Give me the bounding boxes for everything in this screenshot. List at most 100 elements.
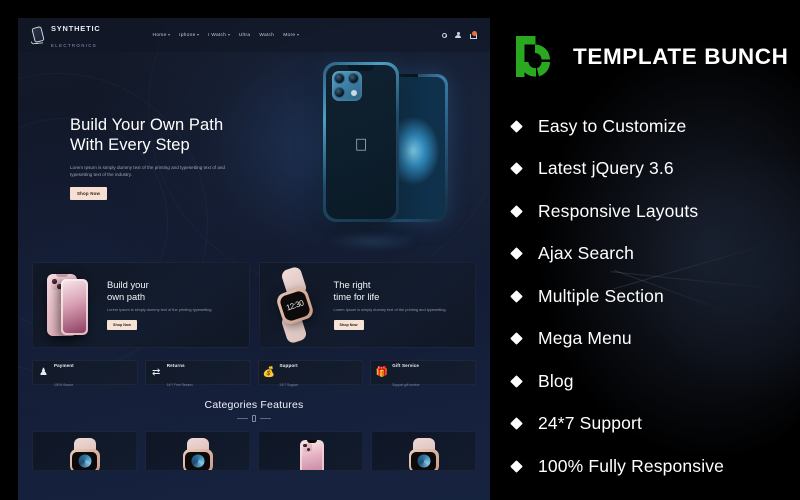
promo-description: Lorem Ipsum is simply dummy text of the … — [107, 307, 213, 313]
feature-item: Mega Menu — [510, 318, 790, 361]
feature-label: 24*7 Support — [538, 413, 642, 434]
main-navigation: Home Iphone I Watch Ultra Watch More — [153, 33, 299, 38]
chevron-down-icon — [227, 34, 230, 36]
feature-label: 100% Fully Responsive — [538, 455, 725, 476]
smartwatch-image: 12:30 — [266, 265, 328, 345]
service-name: Support — [279, 363, 298, 369]
feature-label: Mega Menu — [538, 328, 632, 349]
categories-title: Categories Features — [204, 399, 304, 411]
feature-item: Ajax Search — [510, 233, 790, 276]
feature-item: 24*7 Support — [510, 403, 790, 446]
hero-copy: Build Your Own Path With Every Step Lore… — [70, 115, 265, 200]
diamond-bullet-icon — [510, 417, 523, 431]
website-preview-pane: SYNTHETIC ELECTRONICS Home Iphone I Watc… — [0, 0, 490, 500]
hero-product-image:  — [315, 60, 450, 251]
hero-title: Build Your Own Path With Every Step — [70, 116, 224, 154]
feature-item: 100% Fully Responsive — [510, 445, 790, 488]
user-icon[interactable] — [455, 31, 461, 39]
site-header: SYNTHETIC ELECTRONICS Home Iphone I Watc… — [18, 18, 490, 52]
nav-item-iphone[interactable]: Iphone — [179, 33, 200, 38]
promo-title: Build your own path — [107, 279, 149, 302]
brand-subtitle: ELECTRONICS — [51, 43, 98, 48]
feature-label: Ajax Search — [538, 243, 635, 264]
template-bunch-logo-icon — [516, 36, 550, 77]
product-card[interactable] — [32, 431, 137, 471]
product-card[interactable] — [258, 431, 363, 471]
service-item-gift[interactable]: 🎁 Gift Service Support gift service — [370, 360, 476, 386]
chevron-down-icon — [168, 34, 171, 36]
feature-label: Blog — [538, 370, 574, 391]
diamond-bullet-icon — [510, 374, 523, 388]
features-panel: TEMPLATE BUNCH Easy to Customize Latest … — [490, 0, 800, 500]
feature-list: Easy to Customize Latest jQuery 3.6 Resp… — [510, 105, 790, 488]
promo-description: Lorem Ipsum is simply dummy text of the … — [333, 307, 447, 313]
camera-module-icon — [302, 443, 312, 452]
diamond-bullet-icon — [510, 119, 523, 133]
section-divider — [18, 415, 490, 422]
nav-item-watch[interactable]: Watch — [259, 33, 274, 38]
header-icon-group — [442, 30, 477, 39]
brand-name: SYNTHETIC — [51, 24, 101, 33]
feature-item: Latest jQuery 3.6 — [510, 148, 790, 191]
feature-label: Multiple Section — [538, 285, 664, 306]
support-icon: 💰 — [262, 367, 276, 378]
smartwatch-sport-image — [397, 438, 451, 470]
product-card[interactable] — [145, 431, 250, 471]
feature-item: Multiple Section — [510, 275, 790, 318]
pink-iphone-front-image — [284, 438, 338, 470]
diamond-bullet-icon — [510, 204, 523, 218]
nav-item-home[interactable]: Home — [153, 33, 171, 38]
diamond-bullet-icon — [510, 332, 523, 346]
service-item-returns[interactable]: ⇄ Returns 14*7 Free Returns — [144, 360, 251, 386]
site-logo[interactable]: SYNTHETIC ELECTRONICS — [30, 19, 101, 51]
promo-card[interactable]: 12:30 The right time for life Lorem Ipsu… — [258, 262, 476, 348]
diamond-bullet-icon — [510, 459, 523, 473]
promo-shop-now-button[interactable]: Shop Now — [333, 319, 364, 330]
nav-item-iwatch[interactable]: I Watch — [208, 33, 230, 38]
apple-logo-icon:  — [353, 136, 369, 155]
camera-module-icon — [332, 71, 362, 101]
hero-shop-now-button[interactable]: Shop Now — [70, 187, 108, 200]
service-item-support[interactable]: 💰 Support 24*7 Support — [257, 360, 364, 386]
promo-card-row:  Build your own path Lorem Ipsum is sim… — [18, 262, 490, 348]
website-mockup: SYNTHETIC ELECTRONICS Home Iphone I Watc… — [18, 18, 490, 500]
hero-section: Build Your Own Path With Every Step Lore… — [18, 52, 490, 262]
promo-card[interactable]:  Build your own path Lorem Ipsum is sim… — [32, 262, 250, 348]
search-icon[interactable] — [442, 32, 447, 38]
services-row: ♟ Payment 100% Secure ⇄ Returns 14*7 Fre… — [18, 348, 490, 386]
service-item-payment[interactable]: ♟ Payment 100% Secure — [32, 360, 138, 386]
service-name: Gift Service — [392, 363, 420, 369]
diamond-bullet-icon — [510, 289, 523, 303]
watch-time-display: 12:30 — [284, 298, 305, 313]
feature-item: Responsive Layouts — [510, 190, 790, 233]
service-name: Returns — [166, 363, 185, 369]
service-name: Payment — [54, 363, 74, 369]
cart-icon[interactable] — [469, 30, 477, 39]
feature-item: Blog — [510, 360, 790, 403]
chevron-down-icon — [296, 34, 299, 36]
hero-description: Lorem Ipsum is simply dummy text of the … — [70, 165, 225, 177]
feature-label: Easy to Customize — [538, 115, 687, 136]
chevron-down-icon — [197, 34, 200, 36]
smartwatch-silver-image — [58, 438, 112, 470]
product-card-row — [18, 422, 490, 471]
phone-outline-icon — [30, 25, 47, 45]
nav-item-ultra[interactable]: Ultra — [239, 33, 251, 38]
payment-icon: ♟ — [39, 367, 48, 378]
gift-icon: 🎁 — [375, 367, 388, 378]
feature-item: Easy to Customize — [510, 105, 790, 148]
template-bunch-logo-row: TEMPLATE BUNCH — [514, 34, 788, 79]
diamond-bullet-icon — [510, 247, 523, 261]
promo-title: The right time for life — [333, 279, 380, 302]
template-bunch-title: TEMPLATE BUNCH — [573, 43, 789, 69]
phone-front-view:  — [323, 62, 399, 222]
diamond-bullet-icon — [510, 162, 523, 176]
feature-label: Latest jQuery 3.6 — [538, 158, 674, 179]
returns-icon: ⇄ — [152, 367, 161, 378]
feature-label: Responsive Layouts — [538, 200, 699, 221]
product-card[interactable] — [371, 431, 476, 471]
smartwatch-dark-dial-image — [171, 438, 225, 470]
pink-iphone-image:  — [39, 268, 101, 342]
promo-shop-now-button[interactable]: Shop Now — [107, 319, 138, 330]
nav-item-more[interactable]: More — [283, 33, 299, 38]
